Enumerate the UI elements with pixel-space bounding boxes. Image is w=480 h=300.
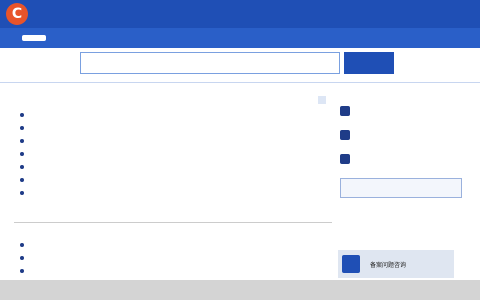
list-item[interactable]: [14, 186, 332, 199]
section2-list: [14, 238, 332, 277]
consult-banner[interactable]: 备案问题咨询: [338, 250, 454, 278]
mail-icon: [340, 154, 350, 164]
search-input[interactable]: [80, 52, 340, 74]
bottom-overlay-banner: [0, 280, 480, 300]
nav-item-5[interactable]: [365, 35, 389, 41]
list-item[interactable]: [14, 160, 332, 173]
list-item[interactable]: [14, 108, 332, 121]
header-bar: C: [0, 0, 480, 28]
bullet-icon: [20, 268, 24, 273]
section1-list: [14, 108, 332, 199]
bullet-icon: [20, 125, 24, 130]
bullet-icon: [20, 138, 24, 143]
list-item[interactable]: [14, 264, 332, 277]
bullet-icon: [20, 177, 24, 182]
bullet-icon: [20, 190, 24, 195]
sidebar-item[interactable]: [340, 130, 460, 140]
list-item[interactable]: [14, 251, 332, 264]
site-logo[interactable]: C: [6, 3, 28, 25]
list-item[interactable]: [14, 121, 332, 134]
section1-more-button[interactable]: [318, 96, 326, 104]
consult-icon: [342, 255, 360, 273]
nav-item-1[interactable]: [91, 35, 115, 41]
sidebar-item[interactable]: [340, 154, 460, 164]
search-button[interactable]: [344, 52, 394, 74]
bullet-icon: [20, 164, 24, 169]
list-item[interactable]: [14, 147, 332, 160]
sidebar-item[interactable]: [340, 106, 460, 116]
nav-item-6[interactable]: [434, 35, 458, 41]
nav-item-2[interactable]: [159, 35, 183, 41]
consult-label: 备案问题咨询: [370, 261, 407, 269]
list-item[interactable]: [14, 134, 332, 147]
mobile-icon: [340, 130, 350, 140]
bullet-icon: [20, 112, 24, 117]
divider: [14, 222, 332, 223]
bullet-icon: [20, 242, 24, 247]
sidebar-button[interactable]: [340, 178, 462, 198]
list-item[interactable]: [14, 238, 332, 251]
nav-item-0[interactable]: [22, 35, 47, 41]
nav-item-3[interactable]: [228, 35, 252, 41]
list-item[interactable]: [14, 173, 332, 186]
nav-item-4[interactable]: [297, 35, 321, 41]
phone-icon: [340, 106, 350, 116]
divider: [0, 82, 480, 83]
bullet-icon: [20, 255, 24, 260]
main-nav: [0, 28, 480, 48]
sidebar: [340, 92, 462, 198]
bullet-icon: [20, 151, 24, 156]
